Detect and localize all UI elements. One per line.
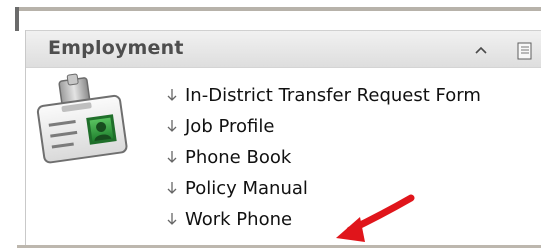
down-arrow-bullet-icon	[167, 213, 177, 225]
red-arrow-icon	[336, 194, 415, 242]
panel-header: Employment	[26, 30, 541, 68]
link-label: Policy Manual	[185, 178, 308, 199]
link-label: Work Phone	[185, 209, 293, 230]
down-arrow-bullet-icon	[167, 120, 177, 132]
top-divider	[17, 7, 541, 11]
collapse-button[interactable]	[470, 39, 492, 61]
down-arrow-bullet-icon	[167, 182, 177, 194]
left-divider	[15, 7, 19, 31]
panel-title: Employment	[48, 37, 184, 59]
panel-menu-button[interactable]	[512, 40, 538, 62]
link-item-in-district-transfer[interactable]: In-District Transfer Request Form	[165, 80, 481, 111]
link-item-policy-manual[interactable]: Policy Manual	[165, 173, 481, 204]
link-item-job-profile[interactable]: Job Profile	[165, 111, 481, 142]
link-label: Phone Book	[185, 147, 292, 168]
bottom-divider	[17, 245, 541, 248]
link-label: Job Profile	[185, 116, 275, 137]
employment-links: In-District Transfer Request Form Job Pr…	[165, 80, 481, 235]
link-item-phone-book[interactable]: Phone Book	[165, 142, 481, 173]
chevron-up-icon	[475, 46, 487, 54]
portal-page: Employment In-District Transfer Request …	[0, 0, 541, 251]
id-badge-icon	[32, 73, 142, 173]
link-label: In-District Transfer Request Form	[185, 85, 481, 106]
link-item-work-phone[interactable]: Work Phone	[165, 204, 481, 235]
document-menu-icon	[517, 42, 532, 60]
down-arrow-bullet-icon	[167, 89, 177, 101]
employment-panel: Employment In-District Transfer Request …	[25, 30, 541, 245]
down-arrow-bullet-icon	[167, 151, 177, 163]
